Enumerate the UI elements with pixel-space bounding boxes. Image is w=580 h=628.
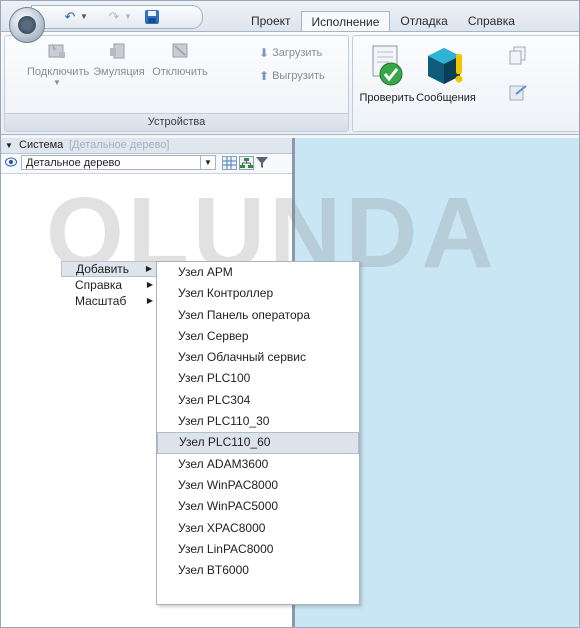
tree-icon[interactable]: [239, 156, 254, 170]
panel-header: ▼ Система [Детальное дерево]: [1, 138, 292, 154]
app-window: ↶ ▼ ↷ ▼ Проект Исполнение Отладка Справк…: [0, 0, 580, 628]
redo-dropdown-icon[interactable]: ▼: [124, 12, 132, 21]
chevron-right-icon: ▶: [146, 280, 153, 289]
chevron-down-icon: ▼: [200, 156, 215, 169]
submenu-item-linpac8000[interactable]: Узел LinPAC8000: [157, 539, 359, 560]
app-logo-icon: [18, 16, 36, 34]
submenu-item-adam3600[interactable]: Узел ADAM3600: [157, 454, 359, 475]
devices-group: Подключить ▼ Эмуляция Отключить ⬇ Загруз…: [4, 35, 349, 132]
eye-icon[interactable]: [5, 156, 17, 171]
undo-icon[interactable]: ↶: [62, 9, 78, 25]
check-button[interactable]: Проверить: [359, 44, 415, 104]
check-icon: [367, 44, 407, 88]
submenu-item-winpac5000[interactable]: Узел WinPAC5000: [157, 496, 359, 517]
submenu-item-cloud-service[interactable]: Узел Облачный сервис: [157, 347, 359, 368]
devices-group-label: Устройства: [5, 113, 348, 131]
chevron-right-icon: ▶: [145, 264, 152, 273]
context-menu: Добавить ▶ Справка ▶ Масштаб ▶: [61, 261, 157, 309]
quick-access-toolbar: ↶ ▼ ↷ ▼: [31, 5, 203, 29]
check-group: Проверить Сообщения: [352, 35, 579, 132]
view-select-value: Детальное дерево: [26, 157, 121, 169]
app-menu-button[interactable]: [9, 7, 45, 43]
add-node-submenu: Узел АРМ Узел Контроллер Узел Панель опе…: [156, 261, 360, 605]
submenu-item-arm[interactable]: Узел АРМ: [157, 262, 359, 283]
tab-help[interactable]: Справка: [458, 11, 525, 31]
connect-icon: [46, 40, 68, 62]
tab-project[interactable]: Проект: [241, 11, 301, 31]
export-icon[interactable]: [509, 82, 529, 102]
view-toolbar: Детальное дерево ▼: [1, 154, 292, 174]
submenu-item-winpac8000[interactable]: Узел WinPAC8000: [157, 475, 359, 496]
disconnect-button[interactable]: Отключить: [151, 40, 209, 78]
submenu-item-controller[interactable]: Узел Контроллер: [157, 283, 359, 304]
ribbon-tabs: Проект Исполнение Отладка Справка: [241, 11, 525, 33]
chevron-right-icon: ▶: [146, 296, 153, 305]
undo-dropdown-icon[interactable]: ▼: [80, 12, 88, 21]
submenu-item-plc100[interactable]: Узел PLC100: [157, 368, 359, 389]
save-icon[interactable]: [144, 9, 160, 25]
panel-title-hint: [Детальное дерево]: [69, 139, 170, 151]
tab-execution[interactable]: Исполнение: [300, 11, 391, 33]
upload-button[interactable]: ⬇ Загрузить: [259, 46, 322, 60]
submenu-item-plc304[interactable]: Узел PLC304: [157, 390, 359, 411]
filter-icon[interactable]: [256, 156, 271, 170]
download-button[interactable]: ⬆ Выгрузить: [259, 69, 325, 83]
emulation-icon: [108, 40, 130, 62]
messages-button[interactable]: Сообщения: [415, 44, 477, 104]
connect-button[interactable]: Подключить ▼: [27, 40, 89, 87]
redo-icon[interactable]: ↷: [106, 9, 122, 25]
submenu-item-plc110-30[interactable]: Узел PLC110_30: [157, 411, 359, 432]
menu-item-scale[interactable]: Масштаб ▶: [61, 293, 157, 309]
messages-cube-icon: [424, 44, 468, 88]
arrow-up-icon: ⬆: [259, 69, 270, 83]
submenu-item-bt6000[interactable]: Узел BT6000: [157, 560, 359, 581]
title-bar: ↶ ▼ ↷ ▼ Проект Исполнение Отладка Справк…: [1, 1, 579, 43]
arrow-down-icon: ⬇: [259, 46, 270, 60]
collapse-icon[interactable]: ▼: [5, 138, 13, 153]
submenu-item-server[interactable]: Узел Сервер: [157, 326, 359, 347]
emulation-button[interactable]: Эмуляция: [91, 40, 147, 78]
copy-icon[interactable]: [509, 46, 527, 66]
submenu-item-xpac8000[interactable]: Узел XPAC8000: [157, 518, 359, 539]
view-select[interactable]: Детальное дерево ▼: [21, 155, 216, 170]
panel-title: Система: [19, 139, 64, 151]
tab-debug[interactable]: Отладка: [390, 11, 457, 31]
ribbon: Подключить ▼ Эмуляция Отключить ⬇ Загруз…: [1, 31, 579, 135]
submenu-item-plc110-60[interactable]: Узел PLC110_60: [157, 432, 359, 454]
disconnect-icon: [169, 40, 191, 62]
menu-item-add[interactable]: Добавить ▶: [61, 261, 157, 277]
submenu-item-operator-panel[interactable]: Узел Панель оператора: [157, 305, 359, 326]
menu-item-help[interactable]: Справка ▶: [61, 277, 157, 293]
table-icon[interactable]: [222, 156, 237, 170]
